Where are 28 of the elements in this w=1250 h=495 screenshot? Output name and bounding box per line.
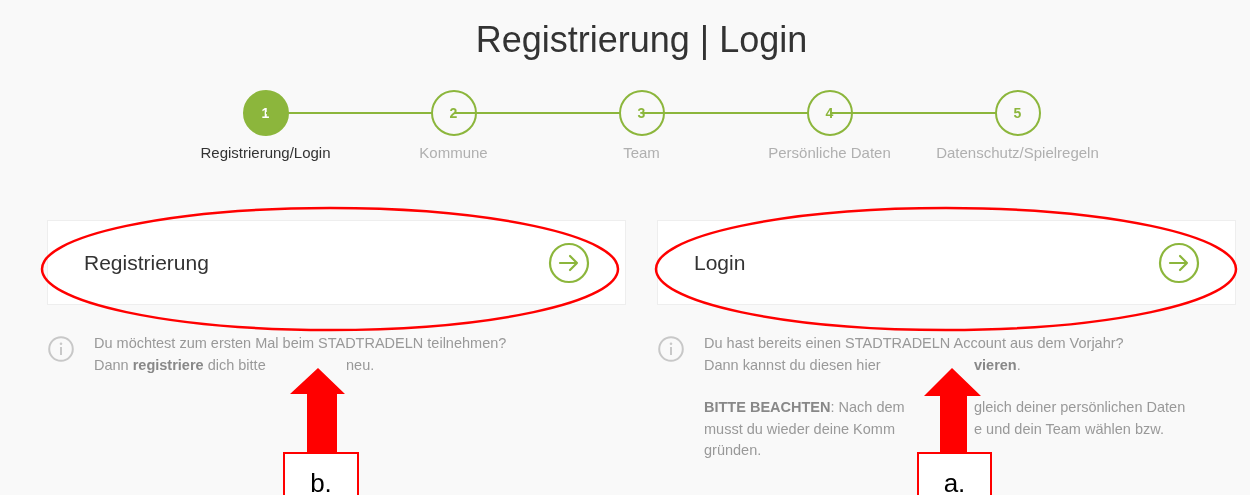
card-label: Login: [694, 250, 746, 275]
arrow-right-icon[interactable]: [548, 241, 590, 284]
info-icon: [48, 336, 74, 362]
info-icon: [658, 336, 684, 362]
info-text: e und dein Team wählen bzw.: [973, 419, 1165, 439]
info-text: musst du wieder deine Komm: [704, 419, 896, 439]
info-text: gründen.: [704, 441, 763, 460]
arrow-right-icon[interactable]: [1158, 241, 1200, 284]
step-label: Registrierung/Login: [200, 143, 331, 163]
info-text: vieren.: [973, 355, 1022, 375]
card-label: Registrierung: [84, 250, 209, 275]
step-circle[interactable]: 5: [994, 90, 1041, 136]
step-label: Persönliche Daten: [768, 143, 891, 163]
step-label: Team: [623, 143, 660, 163]
option-card[interactable]: Login: [657, 220, 1236, 305]
info-text: Du möchtest zum ersten Mal beim STADTRADELN teilnehmen?: [94, 334, 507, 353]
annotation-label: a.: [917, 452, 992, 495]
info-text: Du hast bereits einen STADTRADELN Account aus dem Vorjahr?: [704, 334, 1125, 353]
info-text: gleich deiner persönlichen Daten: [973, 398, 1186, 417]
annotation-label: b.: [283, 452, 359, 495]
info-text: Dann kannst du diesen hier: [704, 355, 882, 375]
info-text: neu.: [345, 355, 376, 375]
step-label: Datenschutz/Spielregeln: [936, 143, 1099, 163]
info-text: Dann registriere dich bitte: [94, 355, 267, 375]
page-title: Registrierung | Login: [474, 18, 809, 62]
step-label: Kommune: [419, 143, 488, 163]
info-text: BITTE BEACHTEN: Nach dem: [704, 398, 906, 417]
option-card[interactable]: Registrierung: [47, 220, 626, 305]
